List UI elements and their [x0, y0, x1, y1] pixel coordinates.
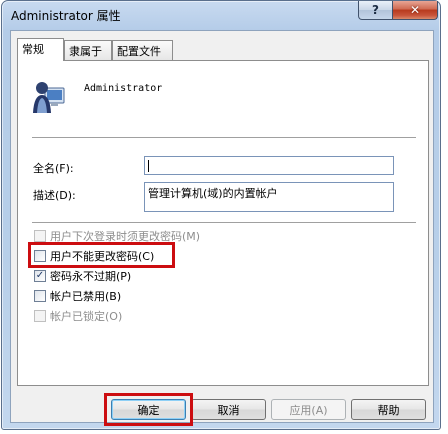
divider-middle	[32, 222, 416, 224]
general-tab-page: Administrator 全名(F): 描述(D): 管理计算机(域)的内置帐…	[17, 60, 429, 386]
close-icon: ✕	[409, 3, 421, 17]
checkbox-box	[34, 289, 46, 302]
cancel-button[interactable]: 取消	[191, 399, 266, 420]
account-locked-label: 帐户已锁定(O)	[50, 309, 123, 323]
cannot-change-password-checkbox[interactable]: 用户不能更改密码(C)	[34, 248, 154, 263]
password-never-expires-checkbox[interactable]: ✓ 密码永不过期(P)	[34, 268, 131, 283]
ok-button[interactable]: 确定	[111, 399, 186, 420]
dialog-client-area: 常规 隶属于 配置文件 Administrator 全名(F): 描述(D): …	[10, 30, 434, 426]
description-input[interactable]: 管理计算机(域)的内置帐户	[144, 182, 394, 212]
tab-profile-label: 配置文件	[117, 45, 161, 58]
question-icon: ?	[372, 3, 379, 17]
divider-top	[32, 137, 416, 139]
user-icon	[33, 82, 65, 113]
tab-general-label: 常规	[22, 43, 44, 56]
apply-button[interactable]: 应用(A)	[271, 399, 346, 420]
full-name-input[interactable]	[144, 156, 394, 175]
checkbox-box	[34, 309, 46, 322]
password-never-expires-label: 密码永不过期(P)	[50, 269, 132, 283]
close-button[interactable]: ✕	[392, 1, 438, 20]
account-disabled-label: 帐户已禁用(B)	[50, 289, 122, 303]
help-button[interactable]: 帮助	[351, 399, 426, 420]
tab-member-of[interactable]: 隶属于	[64, 40, 112, 60]
full-name-label: 全名(F):	[33, 162, 74, 175]
tab-member-of-label: 隶属于	[69, 45, 102, 58]
help-caption-button[interactable]: ?	[358, 1, 393, 20]
properties-dialog: Administrator 属性 ? ✕ 常规 隶属于 配置文件 Adminis…	[1, 0, 441, 430]
checkbox-box	[34, 229, 46, 242]
description-value: 管理计算机(域)的内置帐户	[148, 187, 278, 200]
cannot-change-password-label: 用户不能更改密码(C)	[50, 249, 155, 263]
checkmark-icon: ✓	[34, 269, 46, 282]
tab-general[interactable]: 常规	[17, 38, 64, 61]
tab-profile[interactable]: 配置文件	[112, 40, 173, 60]
account-disabled-checkbox[interactable]: 帐户已禁用(B)	[34, 288, 121, 303]
window-title: Administrator 属性	[11, 9, 121, 23]
must-change-password-label: 用户下次登录时须更改密码(M)	[50, 229, 201, 243]
must-change-password-checkbox[interactable]: 用户下次登录时须更改密码(M)	[34, 228, 200, 243]
username-label: Administrator	[84, 83, 163, 94]
account-locked-checkbox[interactable]: 帐户已锁定(O)	[34, 308, 122, 323]
checkbox-box	[34, 249, 46, 262]
description-label: 描述(D):	[33, 189, 76, 202]
text-caret	[148, 160, 149, 172]
